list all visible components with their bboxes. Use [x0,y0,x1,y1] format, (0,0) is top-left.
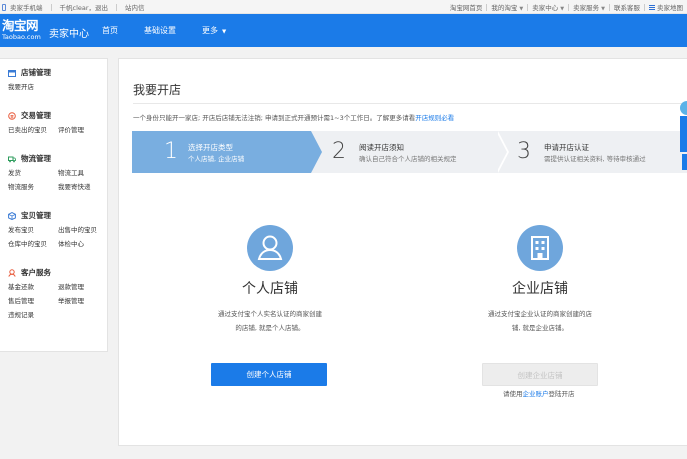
sidebar-item-fund-repay[interactable]: 基金还款 [8,281,58,291]
user-logout-link[interactable]: 千帆clear，退出 [60,2,109,12]
step-1: 1 选择开店类型 个人店铺, 企业店铺 [132,131,311,173]
messages-link[interactable]: 站内信 [125,2,145,12]
sidebar-item-report[interactable]: 举报管理 [58,295,108,305]
seller-map-link[interactable]: 卖家地图 [657,2,683,12]
personal-store-title: 个人店铺 [242,281,298,297]
header: 淘宝网 Taobao.com 卖家中心 首页 基础设置 更多 ▼ [0,14,687,47]
open-store-notice: 一个身份只能开一家店; 开店后店铺无法注销; 申请到正式开通预计需1~3个工作日… [133,114,455,122]
enterprise-account-link[interactable]: 企业账户 [523,390,549,398]
sidebar-group-title: 店铺管理 [21,68,51,77]
enterprise-account-hint: 请使用企业账户登陆开店 [503,390,575,398]
main-panel: 我要开店 一个身份只能开一家店; 开店后店铺无法注销; 申请到正式开通预计需1~… [118,58,687,446]
truck-icon [8,156,16,162]
sidebar-group-title: 客户服务 [21,268,51,277]
header-nav: 首页 基础设置 更多 ▼ [102,14,252,47]
create-personal-store-button[interactable]: 创建个人店铺 [211,363,327,386]
sidebar-group-items: 宝贝管理 发布宝贝 出售中的宝贝 仓库中的宝贝 体检中心 [8,210,107,248]
sidebar-group-logistics: 物流管理 发货 物流工具 物流服务 我要寄快递 [8,153,107,191]
enterprise-building-icon [517,225,563,271]
sidebar-item-violations[interactable]: 违规记录 [8,309,58,319]
page-title: 我要开店 [133,83,182,97]
nav-home[interactable]: 首页 [102,25,118,36]
trade-icon [8,111,16,120]
sidebar-group-title: 交易管理 [21,111,51,120]
sidebar-item-logistics-service[interactable]: 物流服务 [8,181,58,191]
enterprise-store-title: 企业店铺 [512,281,568,297]
seller-services-link[interactable]: 卖家服务 ▼ [573,2,605,12]
nav-more[interactable]: 更多 ▼ [202,25,226,36]
mobile-icon [2,3,6,11]
chevron-down-icon: ▼ [601,6,605,12]
sidebar-item-send-express[interactable]: 我要寄快递 [58,181,108,191]
sidebar-group-store: 店铺管理 我要开店 [8,67,107,91]
step-3: 3 申请开店认证 需提供认证相关资料, 等待审核通过 [517,139,646,164]
sidebar-item-sold-items[interactable]: 已卖出的宝贝 [8,124,58,134]
sidebar-item-open-store[interactable]: 我要开店 [8,81,58,91]
person-icon [247,225,293,271]
chevron-down-icon: ▼ [560,6,565,12]
sidebar-group-trade: 交易管理 已卖出的宝贝 评价管理 [8,110,107,134]
chevron-down-icon: ▼ [519,6,524,12]
floating-help-widget[interactable] [678,96,687,176]
enterprise-store-desc: 通过支付宝企业认证的商家创建的店 铺, 就是企业店铺。 [488,310,592,332]
divider [133,103,687,104]
create-enterprise-store-button[interactable]: 创建企业店铺 [482,363,598,386]
step-progress: 1 选择开店类型 个人店铺, 企业店铺 2 阅读开店须知 确认自己符合个人店铺的… [132,131,687,173]
sidebar-group-title: 宝贝管理 [21,211,51,220]
sidebar-group-title: 物流管理 [21,154,51,163]
sidebar-group-customer: 客户服务 基金还款 退款管理 售后管理 举报管理 违规记录 [8,267,107,319]
nav-basic-settings[interactable]: 基础设置 [144,25,176,36]
sidebar: 店铺管理 我要开店 交易管理 已卖出的宝贝 评价管理 物流管理 发货 物流工具 … [0,58,108,352]
sidebar-item-publish[interactable]: 发布宝贝 [8,224,58,234]
assistant-icon [680,101,687,170]
contact-service-link[interactable]: 联系客服 [614,2,640,12]
taobao-logo[interactable]: 淘宝网 Taobao.com [2,19,44,45]
store-rules-link[interactable]: 开店规则必看 [415,114,454,122]
chevron-down-icon: ▼ [222,29,227,35]
top-bar: 卖家手机端 千帆clear，退出 站内信 淘宝网首页 我的淘宝 ▼ 卖家中心 ▼ 卖… [0,0,687,14]
sidebar-item-refund[interactable]: 退款管理 [58,281,108,291]
store-icon [8,69,16,77]
header-title: 卖家中心 [49,29,89,40]
step-2: 2 阅读开店须知 确认自己符合个人店铺的相关规定 [332,139,457,164]
sidebar-item-warehouse[interactable]: 仓库中的宝贝 [8,238,58,248]
customer-service-icon [8,268,16,277]
personal-store-desc: 通过支付宝个人实名认证的商家创建 的店铺, 就是个人店铺。 [218,310,322,332]
my-taobao-link[interactable]: 我的淘宝 ▼ [491,2,523,12]
seller-center-link[interactable]: 卖家中心 ▼ [532,2,564,12]
sidebar-item-health-check[interactable]: 体检中心 [58,238,108,248]
sidebar-item-ship[interactable]: 发货 [8,167,58,177]
taobao-home-link[interactable]: 淘宝网首页 [450,2,483,12]
mobile-link[interactable]: 卖家手机端 [10,2,43,12]
menu-icon [649,4,655,10]
sidebar-item-review[interactable]: 评价管理 [58,124,108,134]
item-box-icon [8,211,16,220]
sidebar-item-on-sale[interactable]: 出售中的宝贝 [58,224,108,234]
sidebar-item-after-sales[interactable]: 售后管理 [8,295,58,305]
sidebar-item-logistics-tools[interactable]: 物流工具 [58,167,108,177]
